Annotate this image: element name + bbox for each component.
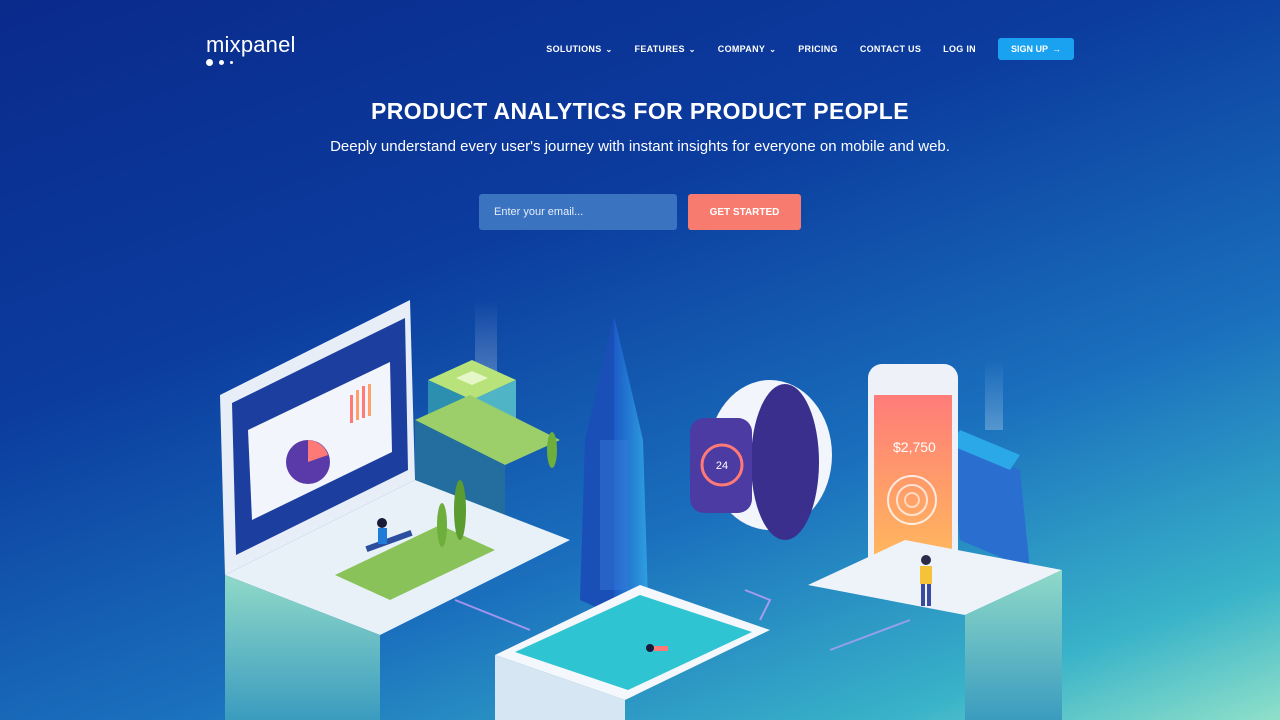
right-platform <box>808 540 1062 720</box>
tablet-pool-illustration <box>495 585 770 720</box>
phone-amount: $2,750 <box>893 439 936 455</box>
watch-value: 24 <box>716 460 728 472</box>
right-building <box>950 430 1030 570</box>
connector-line <box>744 589 772 621</box>
connector-line <box>829 619 911 651</box>
isometric-city-illustration: 24 $2,750 <box>220 300 1062 720</box>
light-beam <box>985 360 1003 430</box>
smartwatch-illustration: 24 <box>690 380 832 540</box>
tower-building <box>580 316 648 615</box>
connector-line <box>454 599 531 631</box>
